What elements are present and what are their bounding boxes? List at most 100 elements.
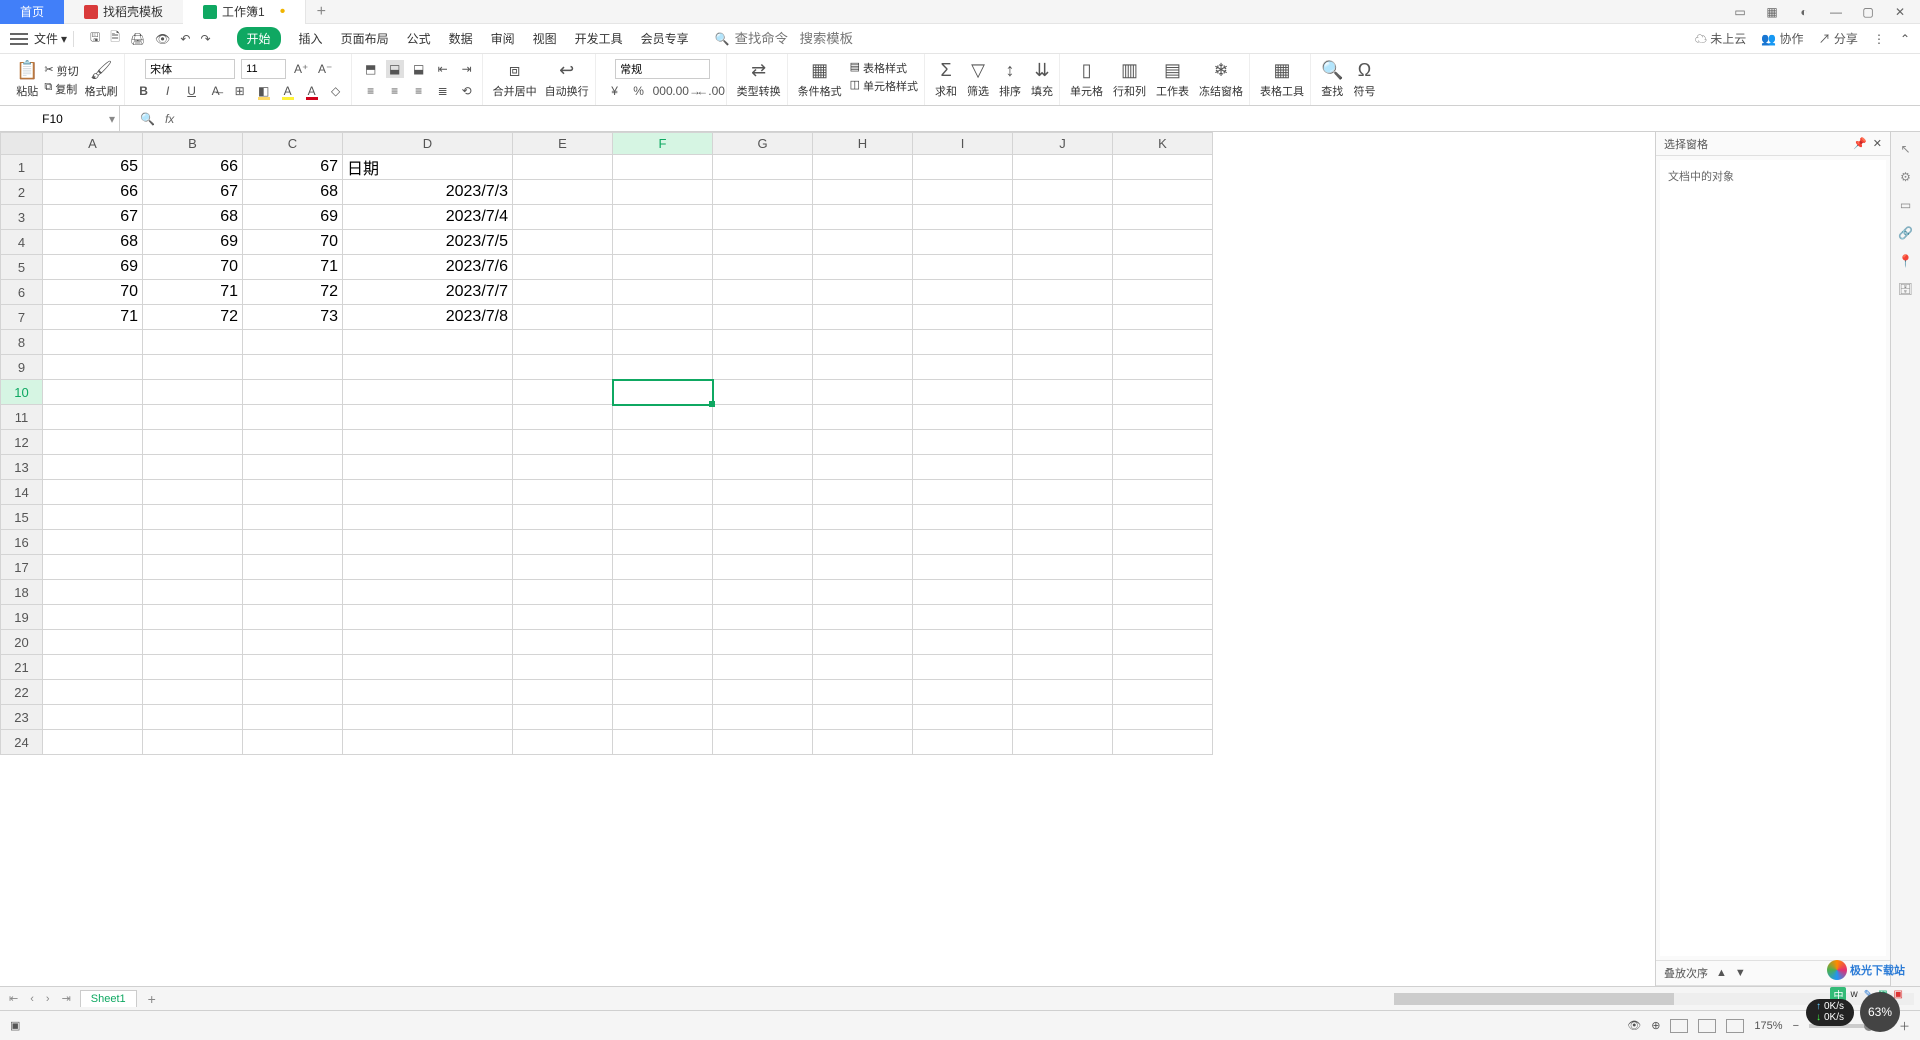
tab-templates[interactable]: 找稻壳模板 [64, 0, 183, 24]
cell-B16[interactable] [143, 530, 243, 555]
pin-icon[interactable]: 📌 [1853, 137, 1867, 150]
row-header-7[interactable]: 7 [1, 305, 43, 330]
cell-F6[interactable] [613, 280, 713, 305]
row-header-6[interactable]: 6 [1, 280, 43, 305]
cell-K7[interactable] [1113, 305, 1213, 330]
cell-C23[interactable] [243, 705, 343, 730]
cell-G22[interactable] [713, 680, 813, 705]
cell-F23[interactable] [613, 705, 713, 730]
col-header-D[interactable]: D [343, 133, 513, 155]
template-search-input[interactable] [800, 31, 860, 46]
cell-A2[interactable]: 66 [43, 180, 143, 205]
cell-B24[interactable] [143, 730, 243, 755]
cell-A14[interactable] [43, 480, 143, 505]
cell-E22[interactable] [513, 680, 613, 705]
cell-K10[interactable] [1113, 380, 1213, 405]
col-header-I[interactable]: I [913, 133, 1013, 155]
col-header-A[interactable]: A [43, 133, 143, 155]
cell-D11[interactable] [343, 405, 513, 430]
cell-B23[interactable] [143, 705, 243, 730]
strike-button[interactable]: A̶ [207, 82, 225, 100]
cell-I6[interactable] [913, 280, 1013, 305]
font-size-select[interactable] [241, 59, 286, 79]
cell-button[interactable]: ▯单元格 [1070, 60, 1103, 99]
cell-G11[interactable] [713, 405, 813, 430]
cell-H7[interactable] [813, 305, 913, 330]
cell-I20[interactable] [913, 630, 1013, 655]
cell-K13[interactable] [1113, 455, 1213, 480]
backup-icon[interactable]: 🗄 [1898, 282, 1913, 296]
cell-E16[interactable] [513, 530, 613, 555]
fx-label[interactable]: fx [165, 112, 174, 126]
cell-C8[interactable] [243, 330, 343, 355]
cell-K16[interactable] [1113, 530, 1213, 555]
cell-B17[interactable] [143, 555, 243, 580]
send-backward-icon[interactable]: ▼ [1735, 967, 1746, 979]
cell-C15[interactable] [243, 505, 343, 530]
cell-C19[interactable] [243, 605, 343, 630]
cell-A8[interactable] [43, 330, 143, 355]
row-header-17[interactable]: 17 [1, 555, 43, 580]
chevron-down-icon[interactable]: ▾ [105, 112, 119, 126]
cell-G15[interactable] [713, 505, 813, 530]
cell-D7[interactable]: 2023/7/8 [343, 305, 513, 330]
undo-icon[interactable]: ↶ [180, 32, 190, 46]
row-header-18[interactable]: 18 [1, 580, 43, 605]
align-top-icon[interactable]: ⬒ [362, 60, 380, 78]
cell-G1[interactable] [713, 155, 813, 180]
cell-G24[interactable] [713, 730, 813, 755]
cell-D4[interactable]: 2023/7/5 [343, 230, 513, 255]
cell-I18[interactable] [913, 580, 1013, 605]
cell-H15[interactable] [813, 505, 913, 530]
cell-E3[interactable] [513, 205, 613, 230]
cell-E21[interactable] [513, 655, 613, 680]
cell-F17[interactable] [613, 555, 713, 580]
cell-K4[interactable] [1113, 230, 1213, 255]
merge-center-button[interactable]: ⧈合并居中 [493, 60, 537, 99]
sheet-nav-first-icon[interactable]: ⇤ [6, 992, 21, 1005]
cond-format-button[interactable]: ▦条件格式 [798, 60, 842, 99]
zoom-in-button[interactable]: ＋ [1899, 1018, 1910, 1034]
row-header-8[interactable]: 8 [1, 330, 43, 355]
cell-E7[interactable] [513, 305, 613, 330]
cell-H14[interactable] [813, 480, 913, 505]
collab-button[interactable]: 👥 协作 [1761, 30, 1803, 47]
cell-I10[interactable] [913, 380, 1013, 405]
row-header-3[interactable]: 3 [1, 205, 43, 230]
cell-C20[interactable] [243, 630, 343, 655]
cell-C9[interactable] [243, 355, 343, 380]
col-header-K[interactable]: K [1113, 133, 1213, 155]
paste-button[interactable]: 📋粘贴 [16, 60, 38, 99]
cell-D23[interactable] [343, 705, 513, 730]
save-as-icon[interactable]: 🗎 [110, 28, 120, 49]
cell-K18[interactable] [1113, 580, 1213, 605]
cell-K23[interactable] [1113, 705, 1213, 730]
filter-button[interactable]: ▽筛选 [967, 60, 989, 99]
row-header-11[interactable]: 11 [1, 405, 43, 430]
cell-B11[interactable] [143, 405, 243, 430]
view-page-button[interactable] [1698, 1019, 1716, 1033]
select-all-corner[interactable] [1, 133, 43, 155]
cell-C13[interactable] [243, 455, 343, 480]
cell-A17[interactable] [43, 555, 143, 580]
sort-button[interactable]: ↕排序 [999, 60, 1021, 99]
cell-J15[interactable] [1013, 505, 1113, 530]
align-middle-icon[interactable]: ⬓ [386, 60, 404, 78]
fill-button[interactable]: ⇊填充 [1031, 60, 1053, 99]
cell-E1[interactable] [513, 155, 613, 180]
print-icon[interactable]: 🖨 [130, 32, 145, 46]
find-button[interactable]: 🔍查找 [1321, 60, 1343, 99]
row-header-10[interactable]: 10 [1, 380, 43, 405]
cell-G9[interactable] [713, 355, 813, 380]
row-header-1[interactable]: 1 [1, 155, 43, 180]
cell-D6[interactable]: 2023/7/7 [343, 280, 513, 305]
cell-E11[interactable] [513, 405, 613, 430]
border-button[interactable]: ⊞ [231, 82, 249, 100]
cell-F22[interactable] [613, 680, 713, 705]
ribbon-tab-formulas[interactable]: 公式 [407, 30, 431, 47]
cell-F18[interactable] [613, 580, 713, 605]
cell-J10[interactable] [1013, 380, 1113, 405]
cell-J8[interactable] [1013, 330, 1113, 355]
cell-E19[interactable] [513, 605, 613, 630]
ribbon-tab-member[interactable]: 会员专享 [641, 30, 689, 47]
